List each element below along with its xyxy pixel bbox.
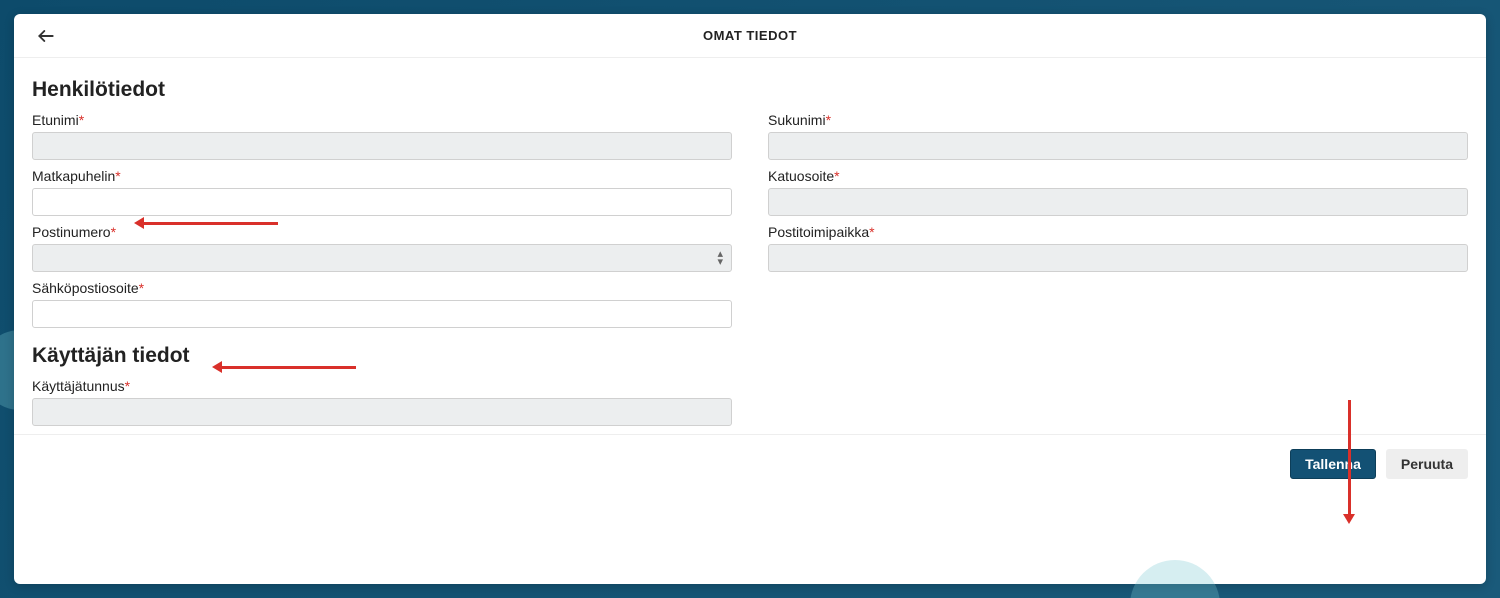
label-sahkoposti: Sähköpostiosoite* — [32, 280, 732, 296]
required-marker: * — [125, 378, 130, 394]
background: OMAT TIEDOT Henkilötiedot Etunimi* Sukun… — [0, 0, 1500, 598]
input-etunimi — [32, 132, 732, 160]
required-marker: * — [139, 280, 144, 296]
field-sahkoposti: Sähköpostiosoite* — [32, 280, 732, 328]
label-katuosoite: Katuosoite* — [768, 168, 1468, 184]
label-text-postitoimipaikka: Postitoimipaikka — [768, 224, 869, 240]
label-text-kayttajatunnus: Käyttäjätunnus — [32, 378, 125, 394]
input-katuosoite — [768, 188, 1468, 216]
select-postinumero[interactable]: ▴▾ — [32, 244, 732, 272]
field-kayttajatunnus: Käyttäjätunnus* — [32, 378, 732, 426]
label-text-sahkoposti: Sähköpostiosoite — [32, 280, 139, 296]
label-text-sukunimi: Sukunimi — [768, 112, 826, 128]
section-title-user: Käyttäjän tiedot — [32, 344, 1468, 368]
label-text-katuosoite: Katuosoite — [768, 168, 834, 184]
label-etunimi: Etunimi* — [32, 112, 732, 128]
back-arrow-icon[interactable] — [34, 24, 58, 48]
required-marker: * — [111, 224, 116, 240]
label-text-matkapuhelin: Matkapuhelin — [32, 168, 115, 184]
input-postitoimipaikka — [768, 244, 1468, 272]
annotation-arrow-2 — [216, 366, 356, 369]
label-postitoimipaikka: Postitoimipaikka* — [768, 224, 1468, 240]
section-title-personal: Henkilötiedot — [32, 78, 1468, 102]
input-sukunimi — [768, 132, 1468, 160]
modal-panel: OMAT TIEDOT Henkilötiedot Etunimi* Sukun… — [14, 14, 1486, 584]
required-marker: * — [79, 112, 84, 128]
field-katuosoite: Katuosoite* — [768, 168, 1468, 216]
panel-header: OMAT TIEDOT — [14, 14, 1486, 58]
panel-footer: Tallenna Peruuta — [14, 435, 1486, 493]
field-matkapuhelin: Matkapuhelin* — [32, 168, 732, 216]
form-grid-user: Käyttäjätunnus* — [32, 378, 1468, 426]
annotation-arrow-1 — [138, 222, 278, 225]
page-title: OMAT TIEDOT — [14, 28, 1486, 43]
input-matkapuhelin[interactable] — [32, 188, 732, 216]
field-etunimi: Etunimi* — [32, 112, 732, 160]
save-button[interactable]: Tallenna — [1290, 449, 1376, 479]
field-sukunimi: Sukunimi* — [768, 112, 1468, 160]
annotation-arrow-3 — [1348, 400, 1351, 520]
label-kayttajatunnus: Käyttäjätunnus* — [32, 378, 732, 394]
cancel-button[interactable]: Peruuta — [1386, 449, 1468, 479]
stepper-icon: ▴▾ — [717, 250, 723, 266]
required-marker: * — [115, 168, 120, 184]
required-marker: * — [834, 168, 839, 184]
label-text-postinumero: Postinumero — [32, 224, 111, 240]
form-grid-personal: Etunimi* Sukunimi* Matkapuhelin* — [32, 112, 1468, 328]
panel-body: Henkilötiedot Etunimi* Sukunimi* — [14, 58, 1486, 435]
label-matkapuhelin: Matkapuhelin* — [32, 168, 732, 184]
field-postitoimipaikka: Postitoimipaikka* — [768, 224, 1468, 272]
input-kayttajatunnus — [32, 398, 732, 426]
label-text-etunimi: Etunimi — [32, 112, 79, 128]
input-sahkoposti[interactable] — [32, 300, 732, 328]
field-postinumero: Postinumero* ▴▾ — [32, 224, 732, 272]
required-marker: * — [869, 224, 874, 240]
required-marker: * — [826, 112, 831, 128]
label-sukunimi: Sukunimi* — [768, 112, 1468, 128]
